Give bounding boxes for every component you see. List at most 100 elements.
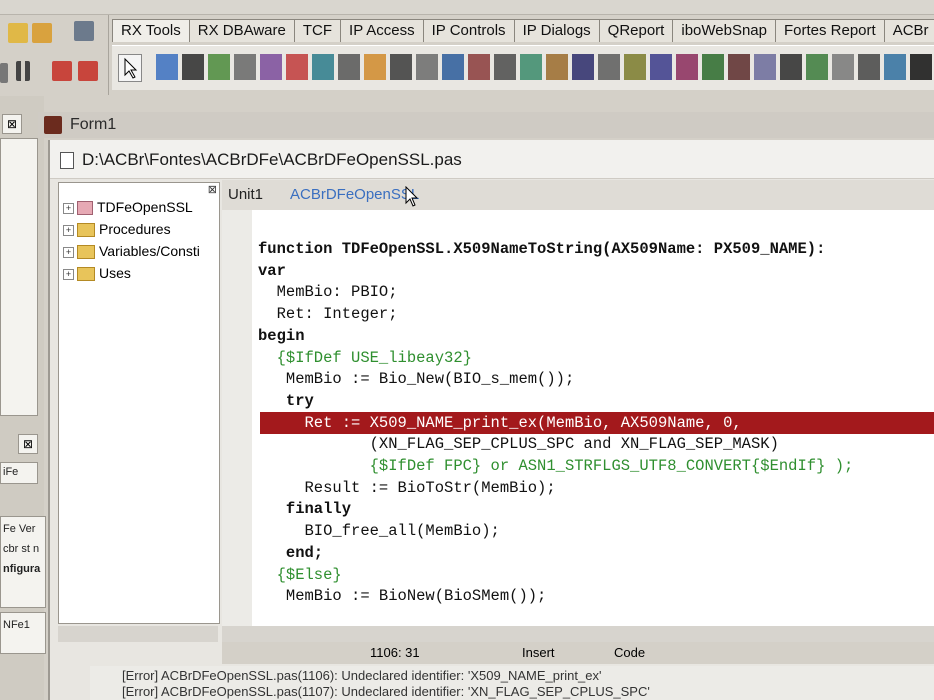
component-icon[interactable] bbox=[910, 54, 932, 80]
component-icon[interactable] bbox=[676, 54, 698, 80]
property-list: Fe Ver cbr st n nfigura bbox=[0, 516, 46, 608]
component-icon[interactable] bbox=[260, 54, 282, 80]
component-icon[interactable] bbox=[416, 54, 438, 80]
component-palette: RX Tools RX DBAware TCF IP Access IP Control… bbox=[112, 15, 934, 95]
tree-item-label: TDFeOpenSSL bbox=[97, 199, 193, 215]
component-icon[interactable] bbox=[650, 54, 672, 80]
component-icon[interactable] bbox=[520, 54, 542, 80]
tab-palette[interactable]: Fortes Report bbox=[774, 19, 885, 42]
component-icon[interactable] bbox=[390, 54, 412, 80]
view-tab-code[interactable]: Code bbox=[614, 645, 645, 660]
component-icon[interactable] bbox=[572, 54, 594, 80]
pointer-arrow-icon[interactable] bbox=[118, 54, 142, 82]
code-line[interactable]: Result := BioToStr(MemBio); bbox=[258, 477, 556, 499]
code-line[interactable]: finally bbox=[258, 498, 351, 520]
tab-palette[interactable]: IP Access bbox=[340, 19, 424, 42]
component-icon[interactable] bbox=[156, 54, 178, 80]
code-explorer: ⊠ + TDFeOpenSSL + Procedures + Variables/Co… bbox=[58, 182, 220, 624]
code-line[interactable]: MemBio := BioNew(BioSMem()); bbox=[258, 585, 546, 607]
component-icon[interactable] bbox=[702, 54, 724, 80]
expand-icon[interactable]: + bbox=[63, 268, 74, 280]
component-icon[interactable] bbox=[338, 54, 360, 80]
close-icon[interactable]: ⊠ bbox=[18, 434, 38, 454]
folder-icon bbox=[77, 267, 95, 282]
tab-palette[interactable]: TCF bbox=[293, 19, 342, 42]
tree-item-tdfeopenssl[interactable]: + TDFeOpenSSL bbox=[63, 197, 193, 217]
cursor-position: 1106: 31 bbox=[370, 645, 420, 660]
code-line[interactable]: {$Else} bbox=[258, 564, 342, 586]
expand-icon[interactable]: + bbox=[63, 224, 74, 236]
pause-icon[interactable] bbox=[16, 61, 30, 81]
close-icon[interactable]: ⊠ bbox=[2, 114, 22, 134]
tab-palette[interactable]: RX DBAware bbox=[188, 19, 295, 42]
tab-unit1[interactable]: Unit1 bbox=[228, 186, 263, 203]
error-message[interactable]: [Error] ACBrDFeOpenSSL.pas(1106): Undecl… bbox=[122, 668, 601, 683]
tab-palette[interactable]: RX Tools bbox=[112, 19, 190, 42]
component-icon[interactable] bbox=[442, 54, 464, 80]
component-icon[interactable] bbox=[624, 54, 646, 80]
component-icon[interactable] bbox=[74, 21, 94, 41]
tab-palette[interactable]: ACBr bbox=[883, 19, 934, 42]
component-icon[interactable] bbox=[494, 54, 516, 80]
component-icon[interactable] bbox=[858, 54, 880, 80]
component-icon[interactable] bbox=[780, 54, 802, 80]
open-icon[interactable] bbox=[8, 23, 28, 43]
object-selector[interactable]: iFe bbox=[0, 462, 38, 484]
code-line[interactable]: MemBio := Bio_New(BIO_s_mem()); bbox=[258, 368, 574, 390]
component-icon[interactable] bbox=[182, 54, 204, 80]
code-line[interactable]: Ret: Integer; bbox=[258, 303, 398, 325]
code-line[interactable]: var bbox=[258, 260, 286, 282]
code-area[interactable]: function TDFeOpenSSL.X509NameToString(AX… bbox=[252, 210, 934, 626]
code-line[interactable]: Ret := X509_NAME_print_ex(MemBio, AX509N… bbox=[258, 412, 742, 434]
tab-palette[interactable]: QReport bbox=[598, 19, 674, 42]
component-icon[interactable] bbox=[364, 54, 386, 80]
component-icon[interactable] bbox=[546, 54, 568, 80]
editor-tabs: Unit1 ACBrDFeOpenSSL bbox=[222, 180, 934, 211]
object-selector-label: iFe bbox=[3, 466, 19, 478]
save-icon[interactable] bbox=[32, 23, 52, 43]
tab-palette[interactable]: iboWebSnap bbox=[672, 19, 776, 42]
component-icon[interactable] bbox=[598, 54, 620, 80]
component-icon[interactable] bbox=[884, 54, 906, 80]
step-over-icon[interactable] bbox=[78, 61, 98, 81]
tab-palette[interactable]: IP Controls bbox=[422, 19, 515, 42]
tree-item-variables[interactable]: + Variables/Consti bbox=[63, 241, 200, 261]
code-line[interactable]: BIO_free_all(MemBio); bbox=[258, 520, 500, 542]
code-editor-window: D:\ACBr\Fontes\ACBrDFe\ACBrDFeOpenSSL.pa… bbox=[48, 140, 934, 700]
editor-gutter bbox=[222, 210, 252, 626]
property-list: NFe1 bbox=[0, 612, 46, 654]
code-line[interactable]: end; bbox=[258, 542, 323, 564]
horizontal-scrollbar[interactable] bbox=[222, 626, 934, 642]
component-icon[interactable] bbox=[286, 54, 308, 80]
component-icon[interactable] bbox=[312, 54, 334, 80]
explorer-scrollbar[interactable] bbox=[58, 626, 218, 642]
component-icon[interactable] bbox=[832, 54, 854, 80]
form-titlebar: Form1 bbox=[38, 112, 934, 138]
dropdown-arrow-icon[interactable] bbox=[0, 63, 8, 83]
code-line[interactable]: try bbox=[258, 390, 314, 412]
component-icon[interactable] bbox=[208, 54, 230, 80]
code-line[interactable]: {$IfDef USE_libeay32} bbox=[258, 347, 472, 369]
tree-item-uses[interactable]: + Uses bbox=[63, 263, 131, 283]
code-line[interactable]: {$IfDef FPC} or ASN1_STRFLGS_UTF8_CONVER… bbox=[258, 455, 854, 477]
code-line[interactable]: MemBio: PBIO; bbox=[258, 281, 398, 303]
expand-icon[interactable]: + bbox=[63, 246, 74, 258]
close-icon[interactable]: ⊠ bbox=[208, 183, 217, 196]
tree-item-procedures[interactable]: + Procedures bbox=[63, 219, 171, 239]
form-title: Form1 bbox=[70, 116, 117, 133]
code-line[interactable]: function TDFeOpenSSL.X509NameToString(AX… bbox=[258, 238, 825, 260]
code-line[interactable]: (XN_FLAG_SEP_CPLUS_SPC and XN_FLAG_SEP_M… bbox=[258, 433, 779, 455]
component-icon[interactable] bbox=[728, 54, 750, 80]
error-message[interactable]: [Error] ACBrDFeOpenSSL.pas(1107): Undecl… bbox=[122, 684, 650, 699]
component-icon[interactable] bbox=[468, 54, 490, 80]
step-into-icon[interactable] bbox=[52, 61, 72, 81]
file-path: D:\ACBr\Fontes\ACBrDFe\ACBrDFeOpenSSL.pa… bbox=[82, 150, 462, 169]
expand-icon[interactable]: + bbox=[63, 202, 74, 214]
code-line[interactable]: begin bbox=[258, 325, 305, 347]
tab-acbrdfeopenssl[interactable]: ACBrDFeOpenSSL bbox=[290, 186, 419, 203]
component-icon[interactable] bbox=[234, 54, 256, 80]
component-icon[interactable] bbox=[806, 54, 828, 80]
component-icon[interactable] bbox=[754, 54, 776, 80]
object-inspector-panel: ⊠ ⊠ iFe Fe Ver cbr st n nfigura NFe1 bbox=[0, 96, 46, 700]
tab-palette[interactable]: IP Dialogs bbox=[513, 19, 600, 42]
